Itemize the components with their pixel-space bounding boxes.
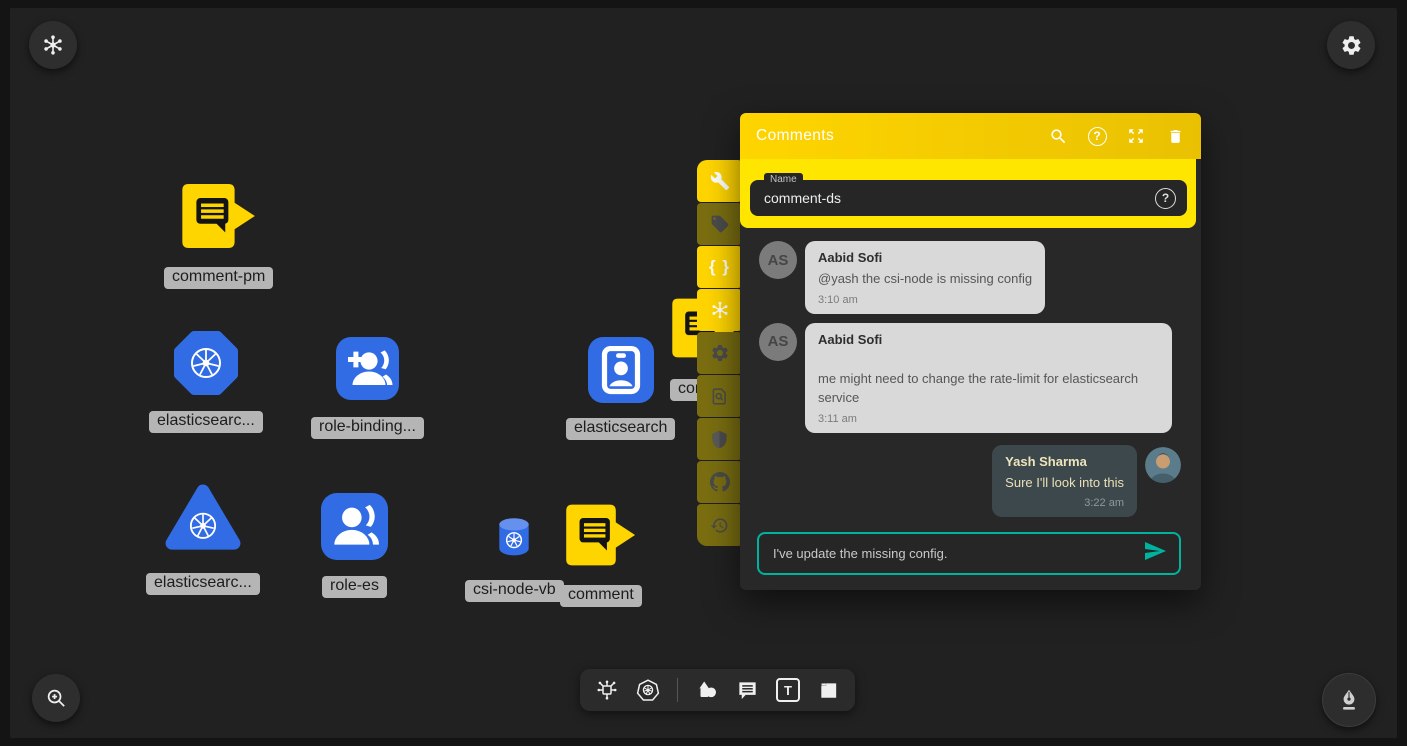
message: AS Aabid Sofi @yash the csi-node is miss… [759, 241, 1181, 314]
app-window: comment-pm elasticsearc... role-binding.… [0, 0, 1407, 746]
gear-icon [710, 343, 730, 363]
tag-icon [710, 214, 730, 234]
avatar [1145, 447, 1181, 483]
node-elasticsearch-octagon[interactable]: elasticsearc... [149, 329, 263, 433]
note-tool-icon[interactable] [817, 679, 840, 702]
message-author: Yash Sharma [1005, 454, 1124, 469]
name-field: Name ? [750, 180, 1187, 216]
logo-button[interactable] [29, 21, 77, 69]
doc-search-icon [710, 387, 729, 406]
message-text: @yash the csi-node is missing config [818, 269, 1032, 289]
node-label: role-es [322, 576, 387, 598]
message-text: me might need to change the rate-limit f… [818, 369, 1159, 408]
message: Yash Sharma Sure I'll look into this 3:2… [759, 445, 1181, 518]
comment-composer [757, 532, 1181, 575]
comment-input[interactable] [771, 545, 1143, 562]
settings-button[interactable] [1327, 21, 1375, 69]
help-icon[interactable]: ? [1087, 126, 1107, 146]
message-time: 3:22 am [1005, 497, 1124, 509]
node-comment[interactable]: comment [560, 500, 642, 607]
node-role-binding[interactable]: role-binding... [311, 337, 424, 439]
settings-gear-icon [1340, 34, 1363, 57]
comments-panel: Comments ? Name ? AS Aabid Sofi @yash th… [740, 113, 1201, 590]
text-tool-glyph: T [784, 683, 792, 698]
service-account-badge-icon [588, 337, 654, 408]
comment-tool-icon[interactable] [736, 679, 759, 702]
node-label: role-binding... [311, 417, 424, 439]
comment-node-icon [180, 180, 258, 257]
braces-icon: { } [709, 257, 730, 277]
toolbar-settings-button[interactable] [697, 332, 742, 374]
comments-panel-header[interactable]: Comments ? [740, 113, 1201, 159]
snowflake-icon [709, 299, 731, 321]
node-label: elasticsearc... [149, 411, 263, 433]
wrench-icon [710, 171, 730, 191]
role-icon [321, 493, 388, 565]
node-label: comment [560, 585, 642, 607]
text-tool-icon[interactable]: T [776, 678, 800, 702]
send-icon[interactable] [1143, 539, 1167, 568]
toolbar-json-button[interactable]: { } [697, 246, 742, 288]
kubernetes-triangle-icon [164, 483, 242, 558]
toolbar-security-button[interactable] [697, 418, 742, 460]
toolbar-divider [677, 678, 678, 702]
zoom-in-icon [45, 687, 68, 710]
name-field-label: Name [764, 173, 803, 186]
node-role-es[interactable]: role-es [321, 493, 388, 598]
toolbar-doc-search-button[interactable] [697, 375, 742, 417]
node-label: elasticsearc... [146, 573, 260, 595]
role-binding-icon [336, 337, 399, 405]
node-elasticsearch[interactable]: elasticsearch [566, 337, 675, 440]
kubernetes-icon[interactable] [636, 678, 660, 702]
message-text: Sure I'll look into this [1005, 473, 1124, 493]
comment-node-icon [564, 500, 638, 575]
github-icon [710, 472, 730, 492]
toolbar-tag-button[interactable] [697, 203, 742, 245]
message-bubble: Yash Sharma Sure I'll look into this 3:2… [992, 445, 1137, 518]
avatar: AS [759, 241, 797, 279]
storage-cylinder-icon [494, 516, 534, 563]
message-bubble: Aabid Sofi @yash the csi-node is missing… [805, 241, 1045, 314]
toolbar-meshery-button[interactable] [697, 289, 742, 331]
message-bubble: Aabid Sofi me might need to change the r… [805, 323, 1172, 433]
name-input[interactable] [750, 190, 1155, 206]
meshery-snowflake-icon [41, 33, 65, 57]
toolbar-github-button[interactable] [697, 461, 742, 503]
help-glyph: ? [1162, 191, 1169, 205]
pen-tool-button[interactable] [1322, 673, 1376, 727]
avatar: AS [759, 323, 797, 361]
message: AS Aabid Sofi me might need to change th… [759, 323, 1181, 433]
avatar-initials: AS [768, 333, 789, 350]
zoom-button[interactable] [32, 674, 80, 722]
delete-icon[interactable] [1165, 126, 1185, 146]
shield-icon [710, 430, 729, 449]
message-author: Aabid Sofi [818, 332, 1159, 347]
message-author: Aabid Sofi [818, 250, 1032, 265]
toolbar-configure-button[interactable] [697, 160, 742, 202]
field-help-icon[interactable]: ? [1155, 188, 1176, 209]
message-time: 3:11 am [818, 413, 1159, 425]
node-action-toolbar: { } [697, 160, 742, 547]
panel-title: Comments [756, 127, 1048, 145]
node-label: csi-node-vb [465, 580, 564, 602]
expand-icon[interactable] [1126, 126, 1146, 146]
shape-toolbar: T [580, 669, 855, 711]
message-list: AS Aabid Sofi @yash the csi-node is miss… [740, 228, 1201, 517]
help-glyph: ? [1093, 129, 1100, 143]
kubernetes-octagon-icon [172, 329, 240, 402]
node-label: comment-pm [164, 267, 273, 289]
node-label: elasticsearch [566, 418, 675, 440]
avatar-initials: AS [768, 252, 789, 269]
shapes-icon[interactable] [695, 678, 719, 702]
infrastructure-icon[interactable] [595, 678, 619, 702]
history-icon [710, 516, 729, 535]
node-comment-pm[interactable]: comment-pm [164, 180, 273, 289]
node-elasticsearch-triangle[interactable]: elasticsearc... [146, 483, 260, 595]
node-csi-node-vb[interactable]: csi-node-vb [465, 516, 564, 602]
pen-nib-icon [1336, 687, 1362, 713]
name-field-highlight: Name ? [740, 159, 1196, 228]
message-time: 3:10 am [818, 294, 1032, 306]
search-icon[interactable] [1048, 126, 1068, 146]
toolbar-history-button[interactable] [697, 504, 742, 546]
